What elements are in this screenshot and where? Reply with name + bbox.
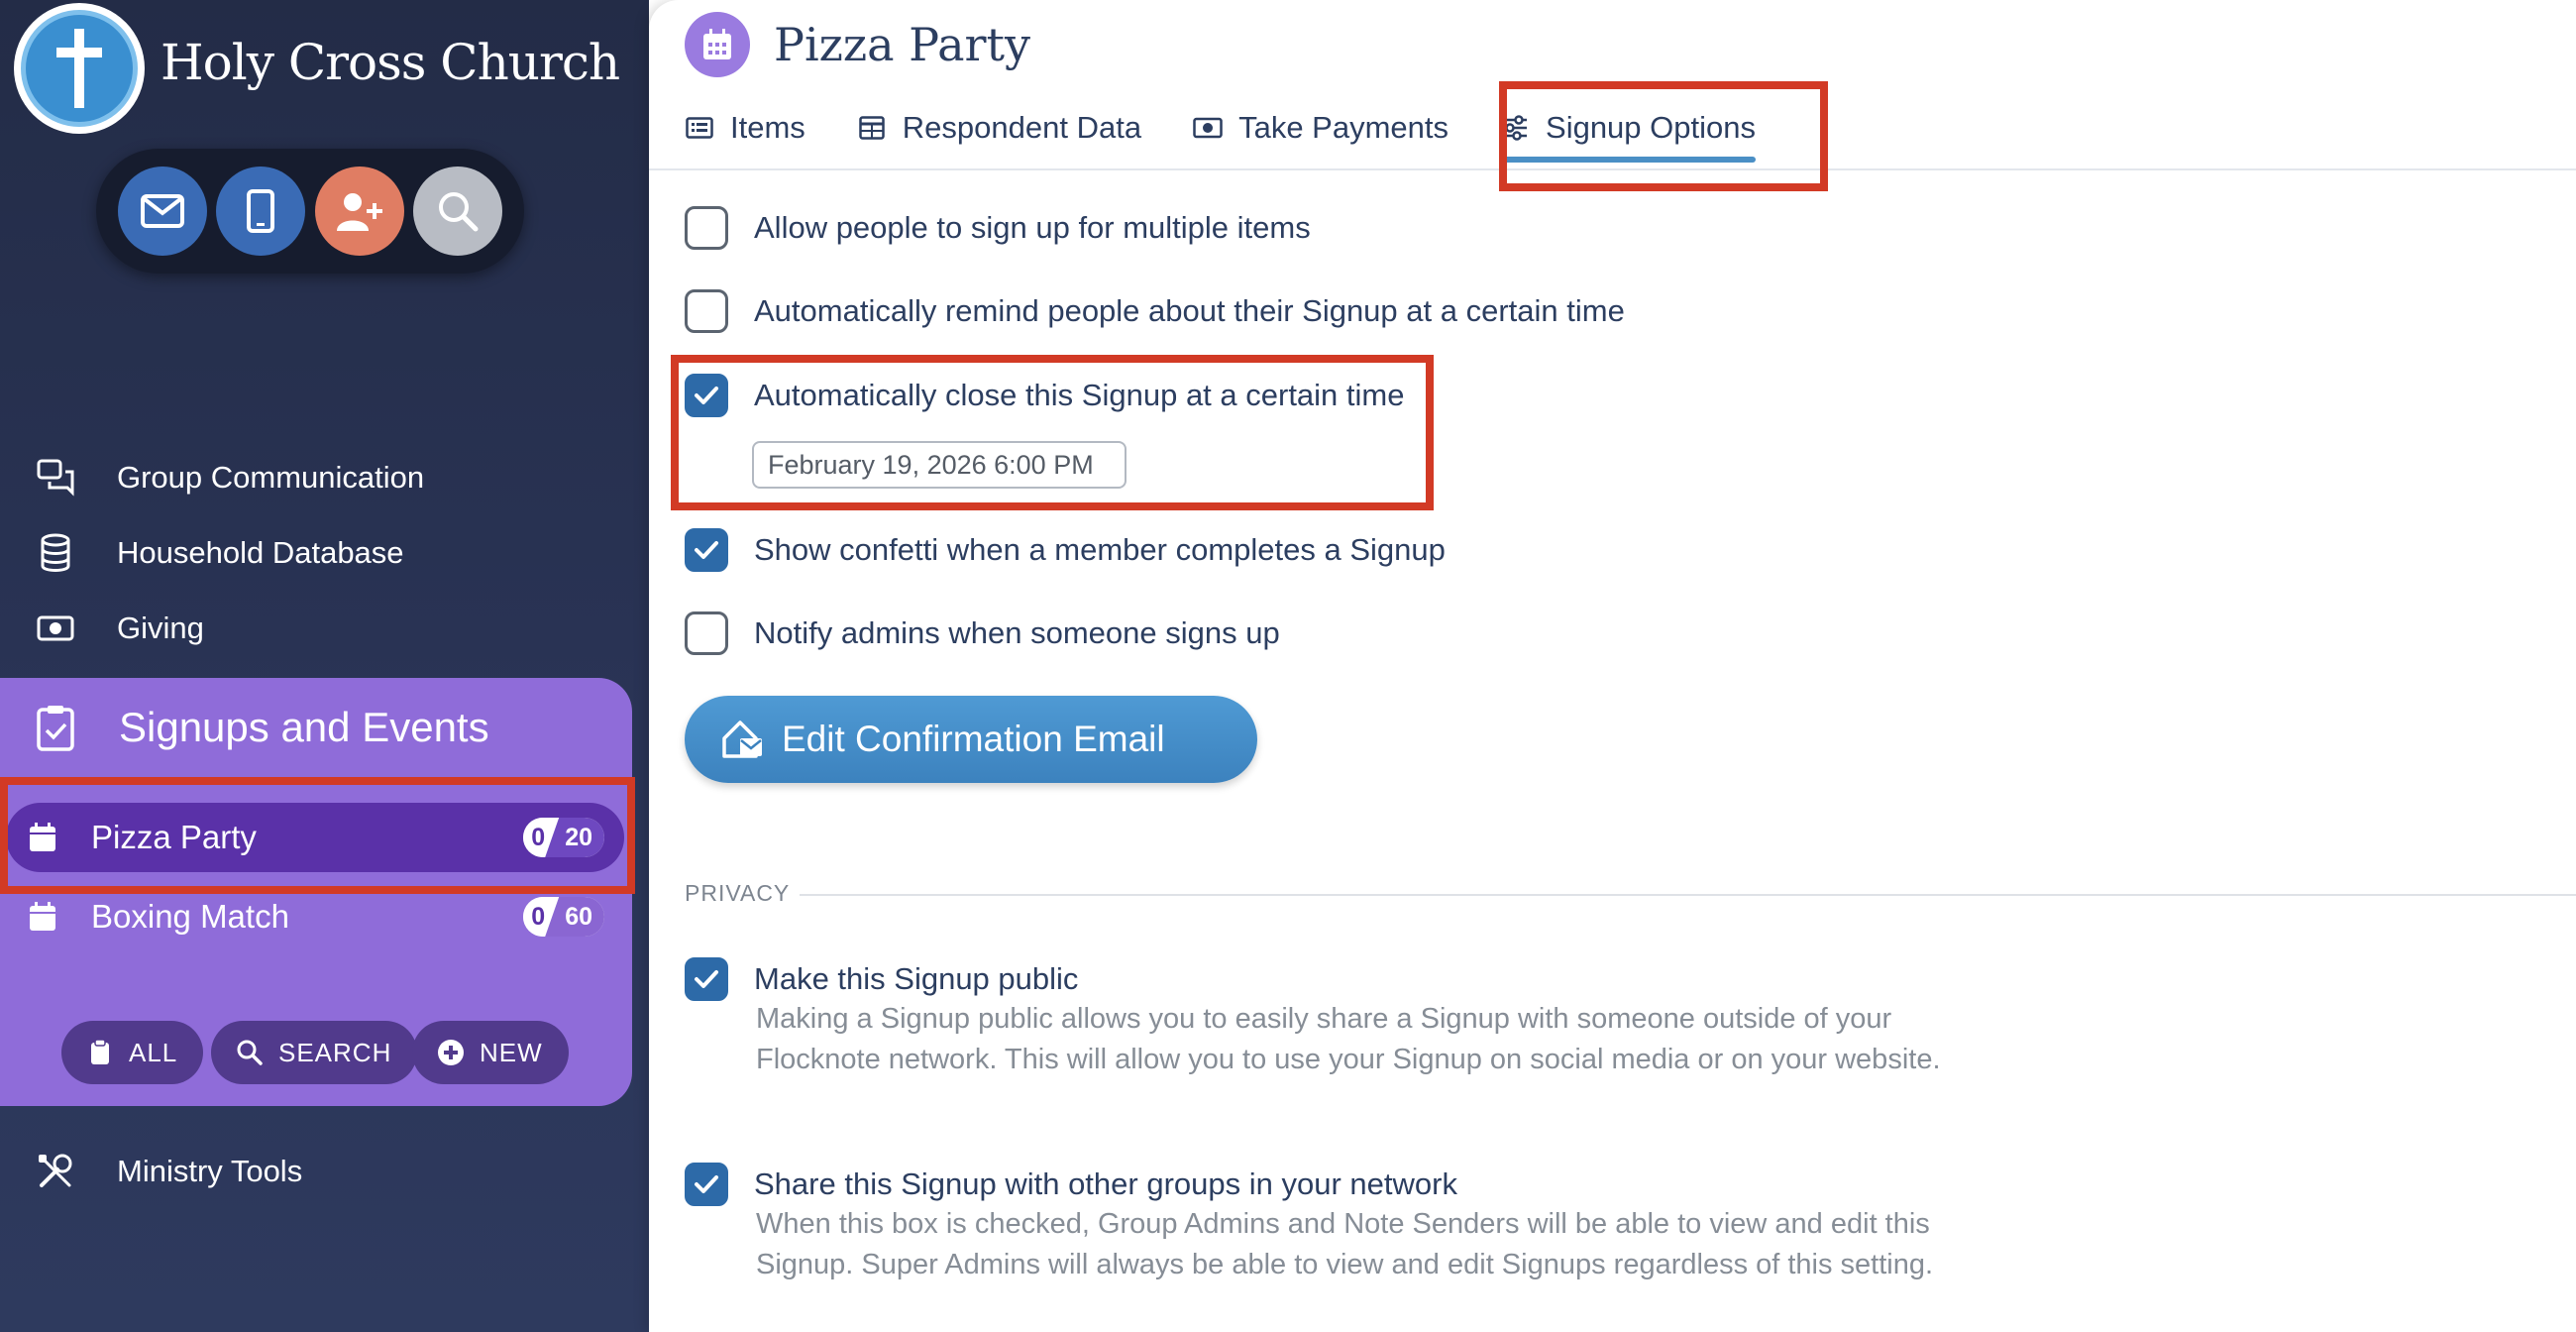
tab-bar: Items Respondent Data Take Payments Sign… bbox=[685, 99, 1807, 168]
clipboard-icon bbox=[85, 1038, 115, 1067]
money-icon bbox=[1193, 113, 1223, 143]
signup-item-pizza-party[interactable]: Pizza Party 0 20 bbox=[6, 803, 624, 872]
count-total: 20 bbox=[545, 818, 604, 857]
clipboard-check-icon bbox=[28, 700, 83, 755]
nav-label: Ministry Tools bbox=[117, 1154, 303, 1188]
database-icon bbox=[34, 531, 77, 575]
signups-title: Signups and Events bbox=[119, 704, 489, 750]
calendar-icon bbox=[28, 820, 63, 855]
option-description: When this box is checked, Group Admins a… bbox=[756, 1208, 1934, 1280]
option-notify-admins: Notify admins when someone signs up bbox=[685, 611, 1280, 655]
count-badge: 0 60 bbox=[523, 897, 604, 937]
search-signups-button[interactable]: SEARCH bbox=[211, 1021, 418, 1084]
list-icon bbox=[685, 113, 714, 143]
quick-actions bbox=[96, 149, 524, 274]
money-icon bbox=[34, 607, 77, 650]
checkmark-icon bbox=[695, 970, 718, 988]
option-label: Share this Signup with other groups in y… bbox=[754, 1166, 1457, 1201]
auto-close-checkbox[interactable] bbox=[685, 374, 728, 417]
notify-admins-checkbox[interactable] bbox=[685, 611, 728, 655]
tab-divider bbox=[649, 168, 2576, 170]
tab-items[interactable]: Items bbox=[685, 99, 805, 157]
option-label: Allow people to sign up for multiple ite… bbox=[754, 210, 1311, 245]
church-name: Holy Cross Church bbox=[161, 34, 620, 91]
option-label: Notify admins when someone signs up bbox=[754, 615, 1280, 650]
house-mail-icon bbox=[720, 718, 764, 761]
nav-label: Giving bbox=[117, 610, 204, 645]
plus-circle-icon bbox=[436, 1038, 466, 1067]
all-label: ALL bbox=[129, 1037, 178, 1067]
new-label: NEW bbox=[480, 1037, 543, 1067]
signup-item-boxing-match[interactable]: Boxing Match 0 60 bbox=[6, 882, 624, 951]
make-public-checkbox[interactable] bbox=[685, 957, 728, 1001]
calendar-icon bbox=[685, 12, 750, 77]
option-label: Automatically close this Signup at a cer… bbox=[754, 378, 1405, 412]
nav-label: Household Database bbox=[117, 535, 404, 570]
edit-confirmation-email-button[interactable]: Edit Confirmation Email bbox=[685, 696, 1257, 783]
option-auto-close: Automatically close this Signup at a cer… bbox=[685, 374, 1404, 417]
signups-panel: Signups and Events Pizza Party 0 20 Boxi… bbox=[0, 678, 632, 1106]
signup-item-name: Pizza Party bbox=[91, 819, 257, 855]
page-title: Pizza Party bbox=[774, 18, 1030, 71]
church-logo[interactable] bbox=[14, 3, 145, 134]
nav-giving[interactable]: Giving bbox=[34, 605, 204, 652]
option-multiple-items: Allow people to sign up for multiple ite… bbox=[685, 206, 1311, 250]
tab-take-payments[interactable]: Take Payments bbox=[1193, 99, 1449, 157]
chat-icon bbox=[34, 456, 77, 500]
nav-label: Group Communication bbox=[117, 460, 425, 495]
search-icon[interactable] bbox=[413, 166, 503, 256]
option-auto-remind: Automatically remind people about their … bbox=[685, 289, 1625, 333]
all-signups-button[interactable]: ALL bbox=[61, 1021, 204, 1084]
option-label: Automatically remind people about their … bbox=[754, 293, 1625, 328]
option-label: Show confetti when a member completes a … bbox=[754, 532, 1446, 567]
new-signup-button[interactable]: NEW bbox=[412, 1021, 569, 1084]
search-label: SEARCH bbox=[278, 1037, 392, 1067]
sliders-icon bbox=[1500, 113, 1530, 143]
button-label: Edit Confirmation Email bbox=[782, 719, 1165, 759]
cross-icon bbox=[21, 10, 138, 127]
option-label: Make this Signup public bbox=[754, 961, 1079, 996]
tab-respondent-data[interactable]: Respondent Data bbox=[857, 99, 1141, 157]
tab-signup-options[interactable]: Signup Options bbox=[1500, 99, 1756, 163]
count-total: 60 bbox=[545, 897, 604, 937]
tab-label: Items bbox=[730, 110, 805, 145]
count-badge: 0 20 bbox=[523, 818, 604, 857]
nav-household-database[interactable]: Household Database bbox=[34, 529, 404, 577]
share-groups-checkbox[interactable] bbox=[685, 1163, 728, 1206]
calendar-icon bbox=[28, 899, 63, 935]
main-panel: Pizza Party Items Respondent Data Take P… bbox=[649, 0, 2576, 1332]
nav-group-communication[interactable]: Group Communication bbox=[34, 454, 424, 501]
option-description: Making a Signup public allows you to eas… bbox=[756, 1003, 1941, 1075]
sidebar: Holy Cross Church Group Communication Ho… bbox=[0, 0, 649, 1332]
tools-icon bbox=[34, 1150, 77, 1193]
add-person-icon[interactable] bbox=[314, 166, 404, 256]
signups-header[interactable]: Signups and Events bbox=[28, 700, 489, 755]
checkmark-icon bbox=[695, 1175, 718, 1193]
option-confetti: Show confetti when a member completes a … bbox=[685, 528, 1446, 572]
table-icon bbox=[857, 113, 887, 143]
tab-label: Signup Options bbox=[1546, 110, 1756, 145]
close-datetime-input[interactable] bbox=[752, 441, 1127, 489]
option-make-public: Make this Signup public Making a Signup … bbox=[685, 957, 1992, 1080]
option-share-groups: Share this Signup with other groups in y… bbox=[685, 1163, 1992, 1285]
signup-item-name: Boxing Match bbox=[91, 898, 289, 935]
auto-remind-checkbox[interactable] bbox=[685, 289, 728, 333]
email-icon[interactable] bbox=[117, 166, 207, 256]
nav-ministry-tools[interactable]: Ministry Tools bbox=[34, 1148, 302, 1195]
privacy-divider bbox=[800, 894, 2576, 896]
privacy-heading: PRIVACY bbox=[685, 880, 791, 906]
search-icon bbox=[235, 1038, 265, 1067]
phone-icon[interactable] bbox=[216, 166, 306, 256]
multiple-items-checkbox[interactable] bbox=[685, 206, 728, 250]
checkmark-icon bbox=[695, 387, 718, 404]
confetti-checkbox[interactable] bbox=[685, 528, 728, 572]
checkmark-icon bbox=[695, 541, 718, 559]
tab-label: Take Payments bbox=[1238, 110, 1449, 145]
tab-label: Respondent Data bbox=[902, 110, 1142, 145]
